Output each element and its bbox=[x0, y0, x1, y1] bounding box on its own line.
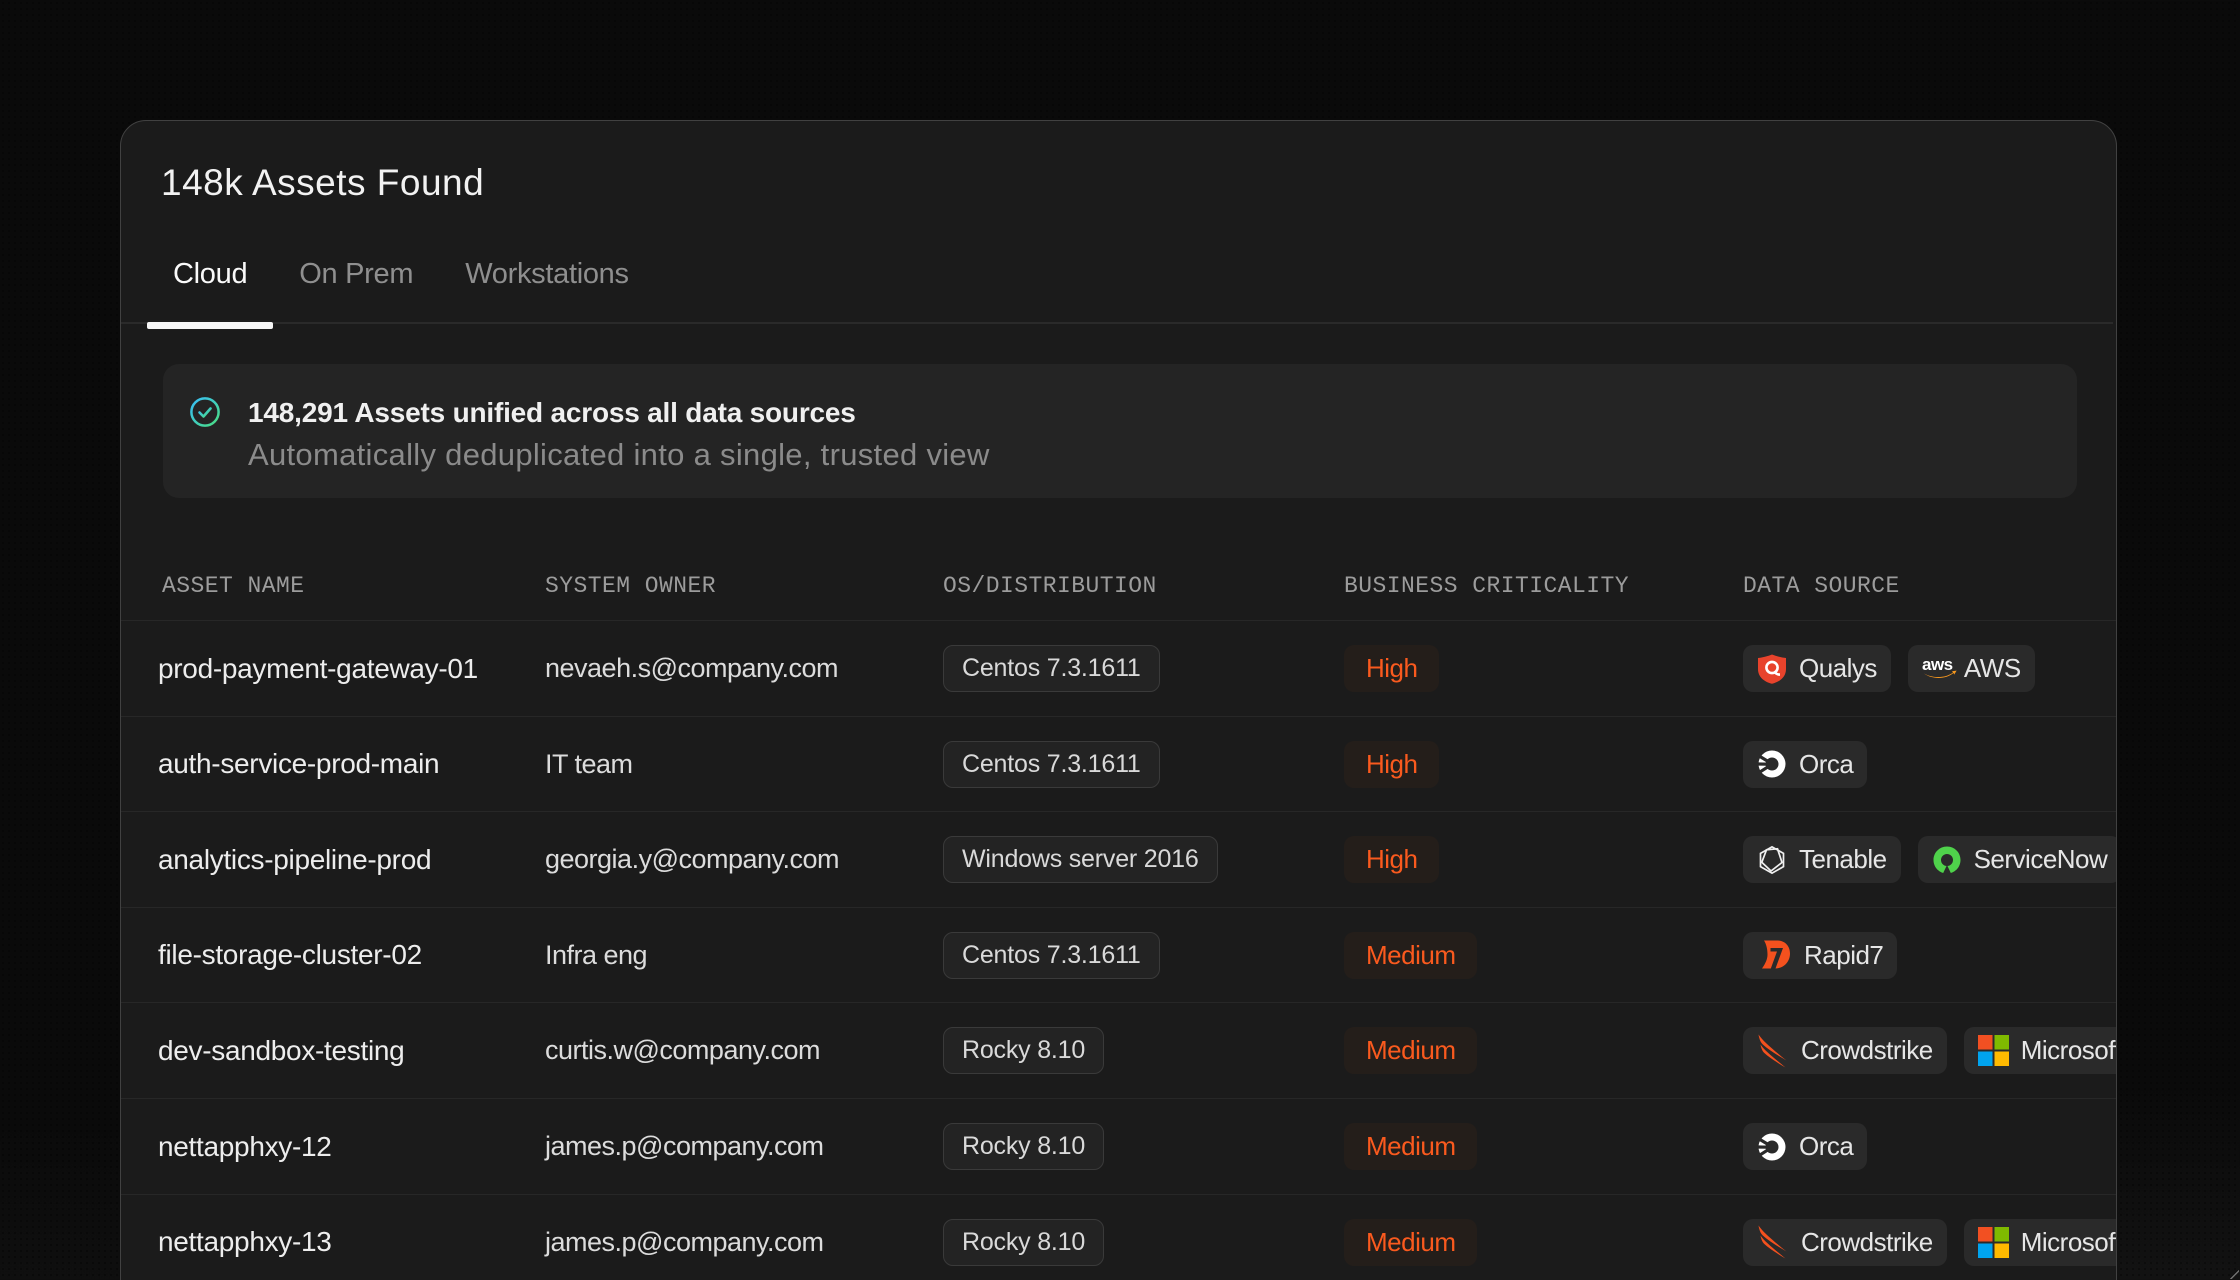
svg-text:aws: aws bbox=[1922, 655, 1953, 674]
